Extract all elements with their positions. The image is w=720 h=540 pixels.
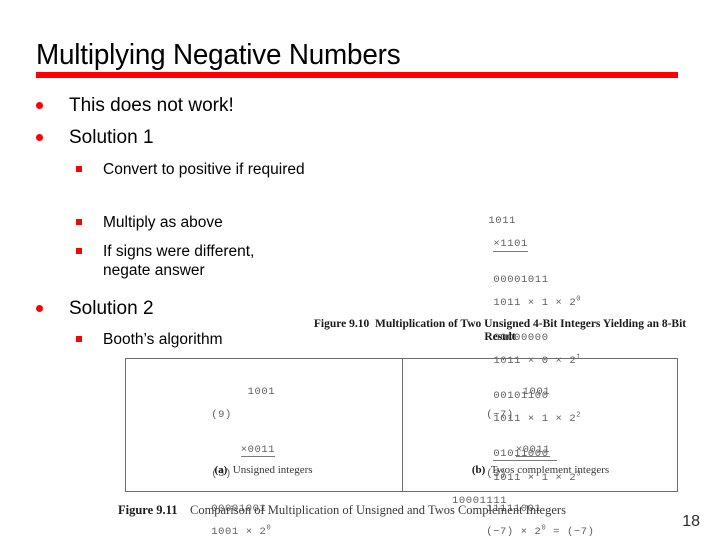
subbullet-multiply-as-above: Multiply as above (76, 213, 306, 232)
fig911a-multiplier-row: ×0011 (3) (156, 433, 276, 492)
fig911-caption-text: Comparison of Multiplication of Unsigned… (190, 503, 566, 517)
bullet-this-does-not-work: This does not work! (36, 94, 234, 117)
figure-9-10-caption: Figure 9.10 Multiplication of Two Unsign… (300, 318, 700, 344)
fig910-partial-bits: 00001011 (493, 273, 549, 286)
subbullet-convert-to-positive: Convert to positive if required (76, 160, 306, 179)
fig911a-partial-note: 1001 × 2 (211, 525, 267, 538)
fig911a-multiplicand-row: 1001 (9) (156, 375, 275, 433)
bullet-label: This does not work! (69, 95, 234, 116)
fig910-partial-exp: 0 (576, 295, 582, 304)
fig911-caption-label: Figure 9.11 (118, 503, 178, 517)
fig911a-partial-exp: 0 (266, 524, 272, 533)
subbullet-label: Convert to positive if required (103, 161, 305, 178)
subbullet-booths-algorithm: Booth’s algorithm (76, 330, 306, 349)
bullet-square-icon (76, 248, 82, 254)
fig910-partial-note: 1011 × 1 × 2 (493, 297, 577, 310)
bullet-solution-2: Solution 2 (36, 297, 154, 320)
figure-9-11-caption: Figure 9.11 Comparison of Multiplication… (118, 503, 684, 518)
fig911a-label-text: Unsigned integers (232, 464, 313, 476)
fig911b-multiplier: ×0011 (515, 443, 551, 458)
fig910-caption-text: Multiplication of Two Unsigned 4-Bit Int… (374, 318, 687, 343)
bullet-dot-icon (36, 305, 43, 312)
title-underline-rule (36, 72, 678, 78)
bullet-solution-1: Solution 1 (36, 126, 154, 149)
bullet-label: Solution 1 (69, 127, 154, 148)
fig911a-multiplier: ×0011 (240, 443, 276, 458)
subbullet-label: Booth’s algorithm (103, 331, 223, 348)
page-title: Multiplying Negative Numbers (36, 39, 401, 71)
slide-number: 18 (682, 513, 700, 530)
fig911b-label-prefix: (b) (471, 464, 486, 476)
fig910-multiplier: ×1101 (493, 238, 528, 252)
figure-9-11-image: 1001 (9) ×0011 (3) 00001001 1001 × 20 00… (125, 358, 678, 538)
fig911b-multiplicand-dec: (−7) (486, 408, 514, 421)
fig910-multiplicand: 1011 (488, 215, 516, 227)
figure-9-11-panel-a-label: (a) Unsigned integers (126, 464, 401, 476)
bullet-dot-icon (36, 102, 43, 109)
slide: Multiplying Negative Numbers This does n… (0, 0, 720, 540)
fig910-partial-row: 00001011 1011 × 1 × 20 (452, 263, 581, 321)
fig911a-multiplicand: 1001 (247, 385, 276, 398)
fig911a-label-prefix: (a) (214, 464, 228, 476)
subbullet-if-signs-different: If signs were different, negate answer (76, 242, 306, 280)
fig911b-partial-tail: = (−7) (553, 525, 595, 538)
fig911b-multiplicand: 1001 (522, 385, 551, 398)
bullet-square-icon (76, 336, 82, 342)
fig911b-label-text: Twos complement integers (490, 464, 610, 476)
fig911b-multiplier-row: ×0011 (3) (431, 433, 601, 492)
subbullet-label: Multiply as above (103, 214, 223, 231)
bullet-square-icon (76, 166, 82, 172)
bullet-square-icon (76, 219, 82, 225)
fig911a-multiplicand-dec: (9) (211, 408, 232, 421)
figure-9-11-panel-b-label: (b) Twos complement integers (403, 464, 678, 476)
fig911b-multiplicand-row: 1001 (−7) (431, 375, 601, 433)
bullet-dot-icon (36, 134, 43, 141)
bullet-label: Solution 2 (69, 298, 154, 319)
fig910-caption-label: Figure 9.10 (313, 318, 370, 330)
subbullet-label: If signs were different, negate answer (103, 243, 255, 279)
fig911b-partial-note: (−7) × 2 (486, 525, 542, 538)
